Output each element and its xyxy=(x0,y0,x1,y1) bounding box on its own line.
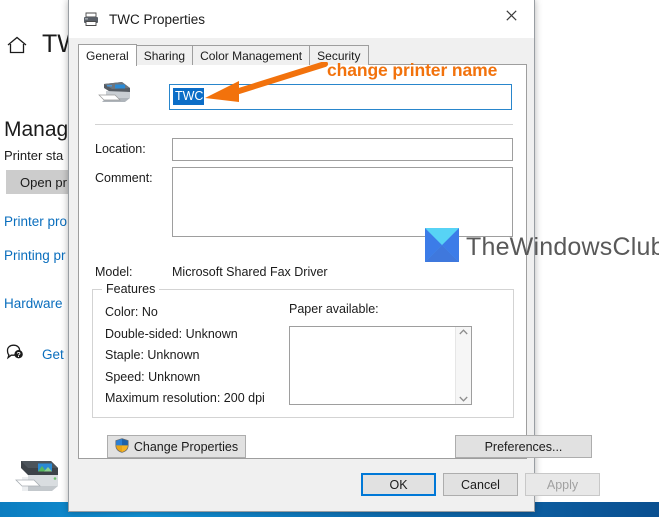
model-label: Model: xyxy=(95,265,133,279)
dialog-titlebar: TWC Properties xyxy=(69,0,534,38)
watermark-text: TheWindowsClub xyxy=(466,233,659,261)
tab-sharing[interactable]: Sharing xyxy=(135,45,194,65)
get-help-row[interactable]: ? Get h xyxy=(6,344,75,365)
printer-status-label: Printer sta xyxy=(4,148,64,163)
question-bubble-icon: ? xyxy=(6,344,24,365)
link-printer-properties[interactable]: Printer pro xyxy=(4,214,67,229)
paper-available-list[interactable] xyxy=(289,326,472,405)
printer-icon xyxy=(82,10,100,28)
ok-button[interactable]: OK xyxy=(361,473,436,496)
svg-text:?: ? xyxy=(16,352,20,359)
model-value: Microsoft Shared Fax Driver xyxy=(172,265,328,279)
location-row: Location: xyxy=(95,138,513,161)
home-icon[interactable] xyxy=(6,35,28,55)
paper-list-scrollbar[interactable] xyxy=(455,327,471,404)
features-group-title: Features xyxy=(102,282,160,296)
close-icon[interactable] xyxy=(489,0,534,31)
watermark: TheWindowsClub xyxy=(425,228,659,267)
features-groupbox: Features Color: No Double-sided: Unknown… xyxy=(92,282,514,418)
dialog-title: TWC Properties xyxy=(109,11,206,27)
dialog-footer: OK Cancel Apply xyxy=(69,460,600,511)
comment-input[interactable] xyxy=(172,167,513,237)
location-input[interactable] xyxy=(172,138,513,161)
link-hardware[interactable]: Hardware xyxy=(4,296,63,311)
printer-icon xyxy=(95,79,137,114)
comment-row: Comment: xyxy=(95,167,513,237)
change-properties-button[interactable]: Change Properties xyxy=(107,435,246,458)
section-divider xyxy=(95,124,513,125)
apply-button: Apply xyxy=(525,473,600,496)
cancel-button[interactable]: Cancel xyxy=(443,473,518,496)
preferences-button[interactable]: Preferences... xyxy=(455,435,592,458)
left-arrow-icon xyxy=(205,61,330,113)
chevron-up-icon[interactable] xyxy=(459,329,468,335)
annotation-text: change printer name xyxy=(327,60,498,80)
bowtie-logo-icon xyxy=(425,228,459,267)
link-printing-preferences[interactable]: Printing pr xyxy=(4,248,66,263)
printer-name-value: TWC xyxy=(173,88,205,105)
tab-general[interactable]: General xyxy=(78,44,137,66)
paper-available-label: Paper available: xyxy=(289,302,379,316)
printer-icon xyxy=(8,455,64,502)
comment-label: Comment: xyxy=(95,171,153,185)
location-label: Location: xyxy=(95,142,146,156)
model-row: Model: Microsoft Shared Fax Driver xyxy=(95,265,328,279)
change-properties-label: Change Properties xyxy=(133,439,239,454)
chevron-down-icon[interactable] xyxy=(459,396,468,402)
uac-shield-icon xyxy=(115,437,129,456)
